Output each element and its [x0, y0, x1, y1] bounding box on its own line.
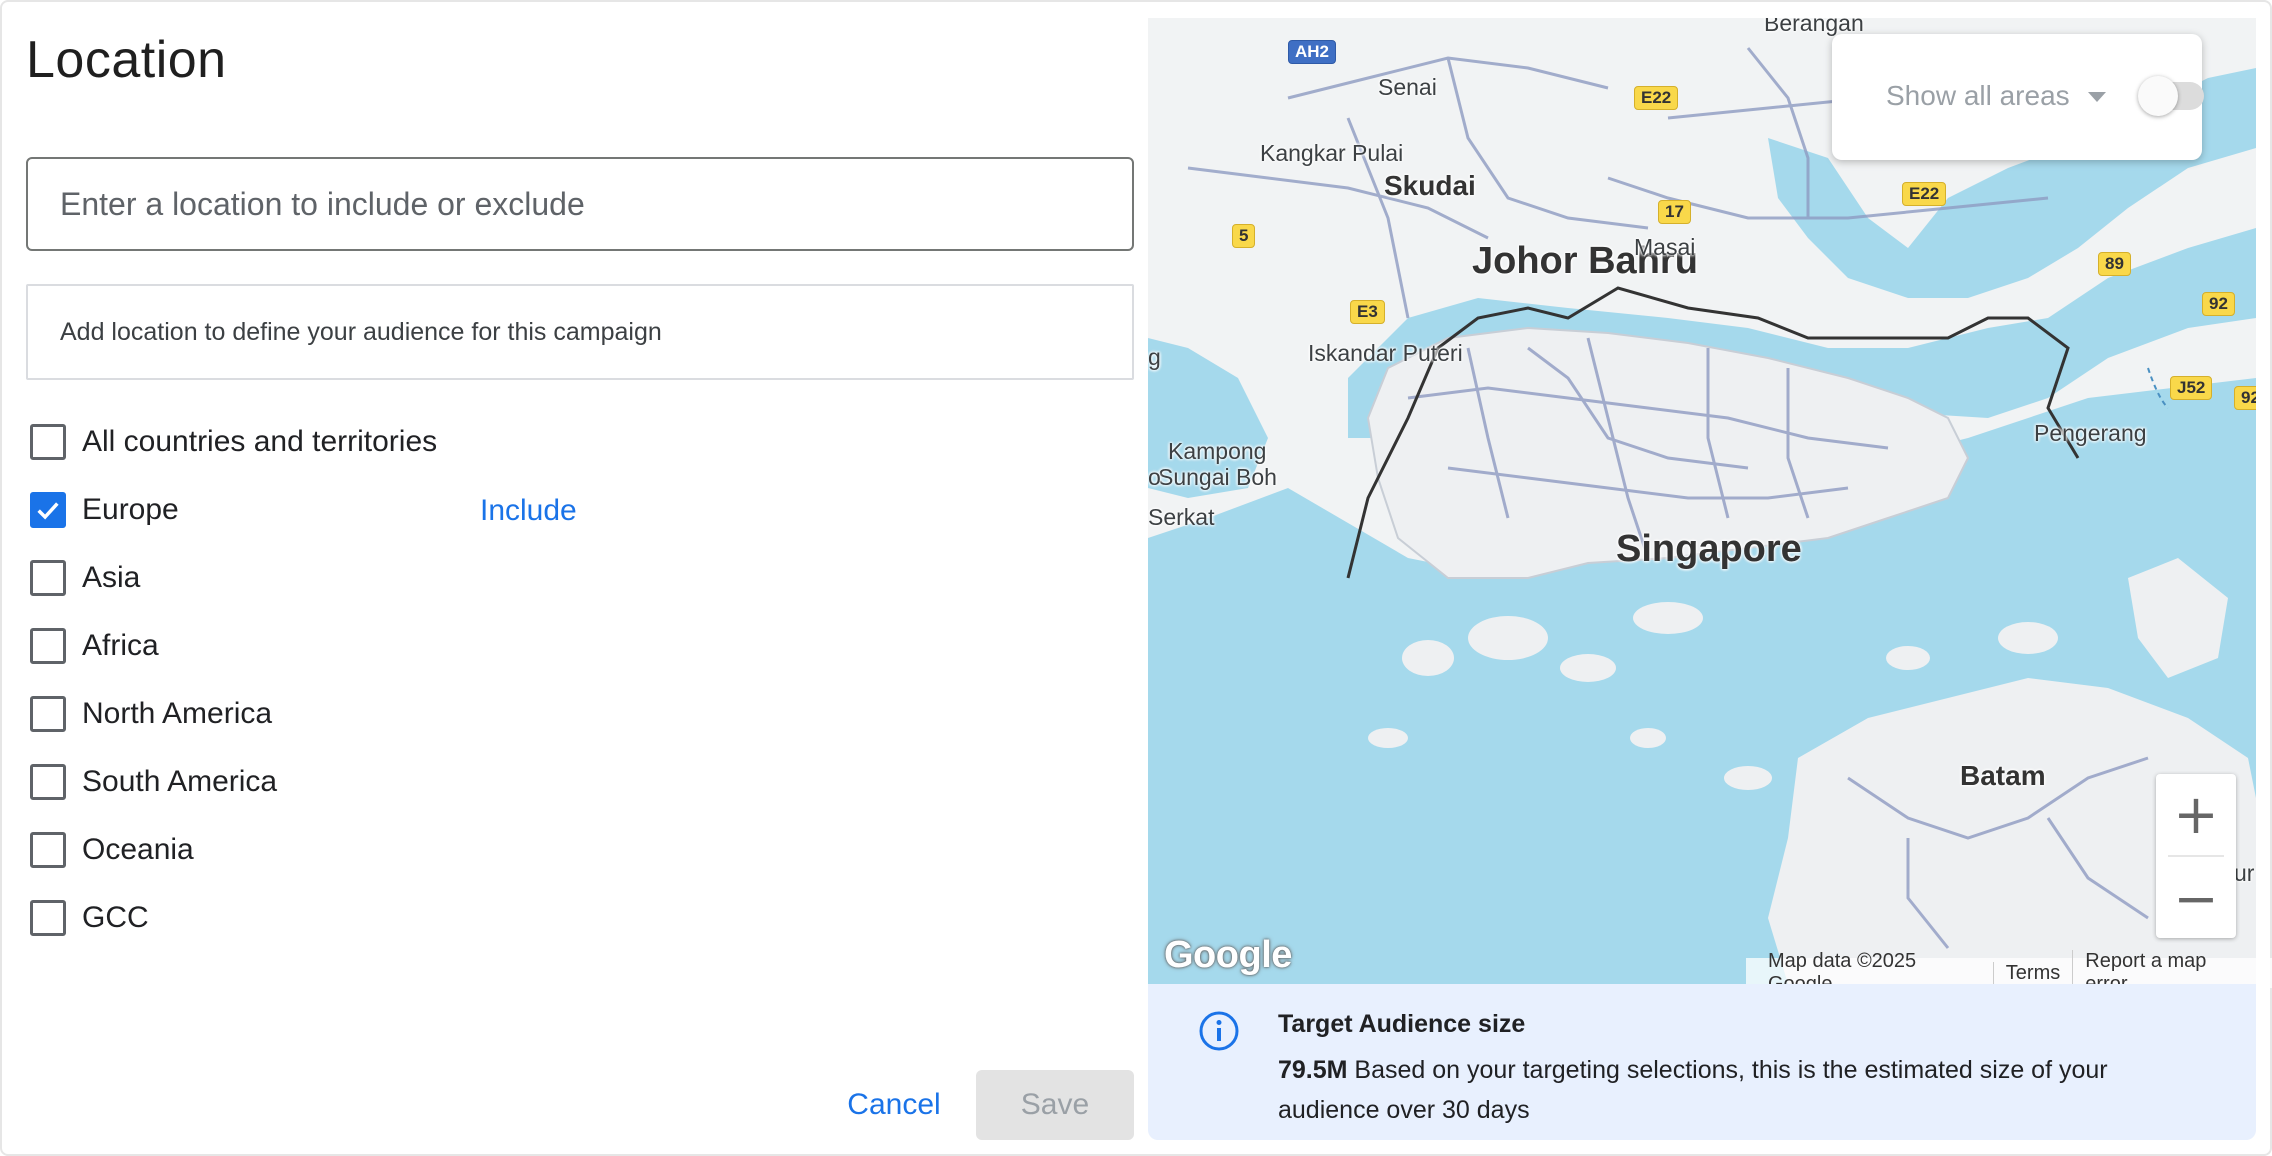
place-iskandar-puteri: Iskandar Puteri: [1308, 340, 1463, 366]
show-all-areas-card: Show all areas: [1832, 34, 2204, 160]
location-search-input[interactable]: [26, 157, 1134, 251]
location-option-gcc[interactable]: GCC: [30, 898, 149, 938]
checkbox[interactable]: [30, 628, 66, 664]
option-label: South America: [82, 765, 278, 798]
audience-size-text: 79.5M Based on your targeting selections…: [1278, 1050, 2138, 1130]
road-shield-e3: E3: [1350, 300, 1385, 324]
option-label: Africa: [82, 629, 159, 662]
zoom-controls: + −: [2156, 774, 2236, 938]
road-shield-89: 89: [2098, 252, 2131, 276]
location-option-asia[interactable]: Asia: [30, 558, 140, 598]
road-shield-5: 5: [1232, 224, 1256, 248]
place-kampong: Kampong: [1168, 438, 1267, 464]
checkbox-checked[interactable]: [30, 492, 66, 528]
place-edge-ur: ur: [2234, 860, 2255, 886]
place-senai: Senai: [1378, 74, 1437, 100]
place-kangkar-pulai: Kangkar Pulai: [1260, 140, 1404, 166]
road-shield-ah2: AH2: [1288, 40, 1337, 64]
place-batam: Batam: [1960, 760, 2046, 791]
cancel-button[interactable]: Cancel: [838, 1070, 950, 1140]
option-label: GCC: [82, 901, 149, 934]
road-shield-e22: E22: [1902, 182, 1947, 206]
save-button[interactable]: Save: [976, 1070, 1134, 1140]
checkmark-icon: [37, 502, 59, 520]
option-label: Europe: [82, 493, 179, 526]
zoom-divider: [2168, 855, 2224, 857]
place-edge-g: g: [1148, 344, 1161, 370]
road-shield-92: 92: [2234, 386, 2256, 410]
checkbox[interactable]: [30, 832, 66, 868]
place-masai: Masai: [1634, 234, 1696, 260]
location-option-oceania[interactable]: Oceania: [30, 830, 194, 870]
audience-size-value: 79.5M: [1278, 1056, 1348, 1084]
checkbox[interactable]: [30, 560, 66, 596]
location-option-all-countries-and-territories[interactable]: All countries and territories: [30, 422, 437, 462]
map-view[interactable]: Berangan Senai Kangkar Pulai Skudai Joho…: [1148, 18, 2256, 984]
checkbox[interactable]: [30, 424, 66, 460]
audience-size-description: Based on your targeting selections, this…: [1278, 1056, 2108, 1124]
place-skudai: Skudai: [1384, 170, 1476, 201]
show-all-areas-dropdown[interactable]: Show all areas: [1886, 80, 2070, 112]
location-option-south-america[interactable]: South America: [30, 762, 277, 802]
show-all-areas-toggle[interactable]: [2138, 76, 2204, 116]
place-sungai-boh: Sungai Boh: [1158, 464, 1277, 490]
location-option-europe[interactable]: Europe: [30, 490, 179, 530]
include-link[interactable]: Include: [480, 494, 577, 528]
page-title: Location: [26, 31, 227, 89]
place-pengerang: Pengerang: [2034, 420, 2147, 446]
audience-hint: Add location to define your audience for…: [26, 284, 1134, 380]
option-label: North America: [82, 697, 273, 730]
road-shield-j52: J52: [2170, 376, 2213, 400]
location-option-africa[interactable]: Africa: [30, 626, 159, 666]
info-icon: [1199, 1011, 1239, 1051]
zoom-out-button[interactable]: −: [2156, 858, 2236, 938]
location-option-north-america[interactable]: North America: [30, 694, 272, 734]
place-edge-o: o: [1148, 464, 1161, 490]
terms-link[interactable]: Terms: [1992, 961, 2072, 985]
road-shield-e22: E22: [1634, 86, 1679, 110]
audience-info-panel: Target Audience size 79.5M Based on your…: [1148, 984, 2256, 1140]
option-label: All countries and territories: [82, 425, 438, 458]
option-label: Oceania: [82, 833, 194, 866]
audience-size-title: Target Audience size: [1278, 1010, 1526, 1038]
road-shield-92: 92: [2202, 292, 2235, 316]
checkbox[interactable]: [30, 900, 66, 936]
place-serkat: Serkat: [1148, 504, 1215, 530]
checkbox[interactable]: [30, 696, 66, 732]
checkbox[interactable]: [30, 764, 66, 800]
caret-down-icon[interactable]: [2088, 92, 2106, 102]
place-singapore: Singapore: [1616, 528, 1802, 570]
google-logo: Google: [1164, 934, 1292, 976]
zoom-in-button[interactable]: +: [2156, 774, 2236, 854]
option-label: Asia: [82, 561, 141, 594]
toggle-knob: [2138, 76, 2178, 116]
road-shield-17: 17: [1658, 200, 1691, 224]
